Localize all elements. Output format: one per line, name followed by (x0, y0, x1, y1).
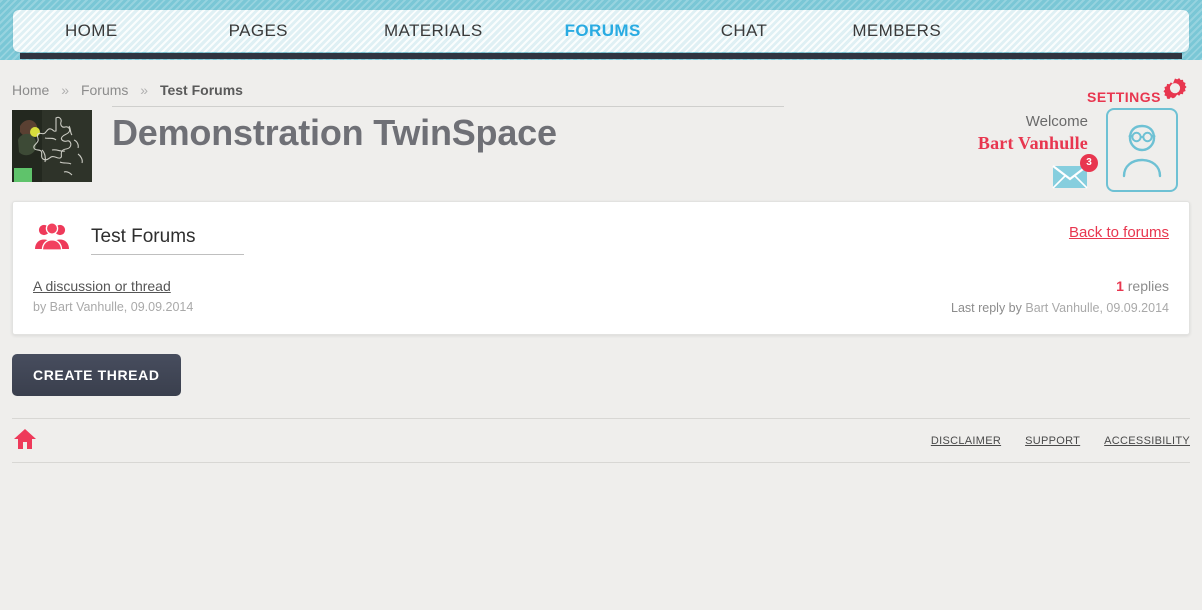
nav-item-forums[interactable]: FORUMS (565, 21, 641, 41)
footer-link-accessibility[interactable]: ACCESSIBILITY (1104, 435, 1190, 447)
reply-count-number: 1 (1116, 278, 1124, 294)
page-footer: DISCLAIMER SUPPORT ACCESSIBILITY (12, 418, 1190, 463)
last-reply-prefix: Last reply by (951, 301, 1026, 315)
thread-row: A discussion or thread by Bart Vanhulle,… (33, 278, 1169, 315)
title-divider (112, 106, 784, 107)
nav-item-chat[interactable]: CHAT (721, 21, 768, 41)
top-navigation-bar: HOME PAGES MATERIALS FORUMS CHAT MEMBERS (0, 0, 1202, 60)
breadcrumb-separator-icon: » (61, 82, 70, 98)
forum-panel: Test Forums Back to forums A discussion … (12, 201, 1190, 335)
thread-last-reply: Last reply by Bart Vanhulle, 09.09.2014 (951, 301, 1169, 315)
messages-button[interactable]: 3 (1052, 154, 1098, 192)
messages-badge: 3 (1080, 154, 1098, 172)
page-header: Demonstration TwinSpace Welcome Bart Van… (12, 102, 1190, 197)
group-people-icon (35, 221, 69, 254)
forum-title: Test Forums (91, 226, 244, 255)
thread-title-link[interactable]: A discussion or thread (33, 278, 171, 294)
nav-item-pages[interactable]: PAGES (229, 21, 288, 41)
breadcrumb-forums[interactable]: Forums (81, 82, 128, 98)
breadcrumb: Home » Forums » Test Forums (12, 60, 1190, 98)
twinspace-thumbnail (12, 110, 92, 182)
back-to-forums-link[interactable]: Back to forums (1069, 224, 1169, 241)
welcome-greeting: Welcome (1025, 113, 1088, 130)
footer-links: DISCLAIMER SUPPORT ACCESSIBILITY (931, 435, 1190, 447)
welcome-username: Bart Vanhulle (977, 133, 1088, 153)
footer-link-support[interactable]: SUPPORT (1025, 435, 1080, 447)
page-content: Home » Forums » Test Forums SETTINGS Dem… (0, 60, 1202, 463)
avatar[interactable] (1106, 108, 1178, 192)
user-avatar-icon (1122, 124, 1162, 178)
create-thread-button[interactable]: CREATE THREAD (12, 354, 181, 396)
forum-panel-header: Test Forums Back to forums (33, 218, 1169, 258)
thread-stats: 1 replies Last reply by Bart Vanhulle, 0… (951, 278, 1169, 315)
breadcrumb-home[interactable]: Home (12, 82, 49, 98)
breadcrumb-current: Test Forums (159, 82, 243, 98)
page-title: Demonstration TwinSpace (112, 112, 557, 153)
breadcrumb-separator-icon: » (140, 82, 149, 98)
nav-item-home[interactable]: HOME (65, 21, 118, 41)
main-nav: HOME PAGES MATERIALS FORUMS CHAT MEMBERS (13, 10, 1189, 52)
welcome-text: Welcome Bart Vanhulle 3 (978, 108, 1106, 192)
user-welcome-block: Welcome Bart Vanhulle 3 (978, 108, 1178, 192)
reply-count-label: replies (1127, 278, 1169, 294)
footer-link-disclaimer[interactable]: DISCLAIMER (931, 435, 1001, 447)
nav-dark-divider (20, 53, 1182, 59)
thread-reply-count: 1 replies (951, 278, 1169, 294)
nav-item-members[interactable]: MEMBERS (852, 21, 941, 41)
last-reply-author-date: Bart Vanhulle, 09.09.2014 (1025, 301, 1169, 315)
nav-item-materials[interactable]: MATERIALS (384, 21, 483, 41)
home-icon[interactable] (13, 427, 37, 454)
